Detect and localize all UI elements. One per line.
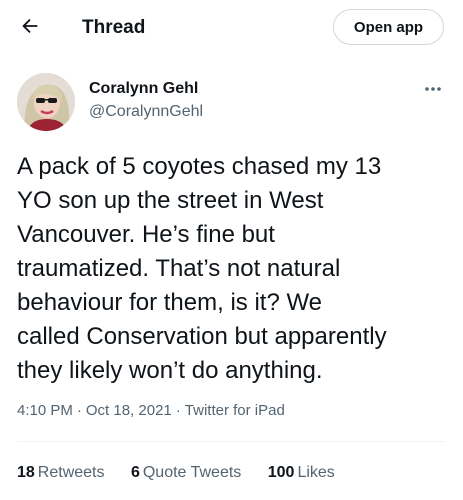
more-options-button[interactable] xyxy=(418,78,448,98)
tweet-text-line: behaviour for them, is it? We xyxy=(17,289,323,316)
divider xyxy=(17,441,446,442)
quote-tweets-stat[interactable]: 6 Quote Tweets xyxy=(131,463,241,483)
retweets-count: 18 xyxy=(17,464,35,481)
tweet-text-line: Vancouver. He’s fine but xyxy=(17,221,275,248)
tweet-text-line: YO son up the street in West xyxy=(17,187,324,214)
thread-page: Thread Open app Coralynn Gehl @CoralynnG… xyxy=(0,0,463,500)
tweet-source[interactable]: Twitter for iPad xyxy=(185,402,285,419)
avatar[interactable] xyxy=(17,73,75,131)
separator: · xyxy=(76,402,82,419)
likes-count: 100 xyxy=(267,464,295,481)
separator: · xyxy=(175,402,181,419)
back-button[interactable] xyxy=(14,12,46,44)
likes-label: Likes xyxy=(297,464,335,481)
open-app-button[interactable]: Open app xyxy=(333,9,444,45)
author-name[interactable]: Coralynn Gehl xyxy=(89,79,198,99)
tweet-text-line: A pack of 5 coyotes chased my 13 xyxy=(17,153,382,180)
tweet-text: A pack of 5 coyotes chased my 13 YO son … xyxy=(17,150,457,388)
tweet-time[interactable]: 4:10 PM xyxy=(17,402,73,419)
author-handle[interactable]: @CoralynnGehl xyxy=(89,102,203,122)
tweet-text-line: traumatized. That’s not natural xyxy=(17,255,341,282)
retweets-label: Retweets xyxy=(37,464,105,481)
tweet-date[interactable]: Oct 18, 2021 xyxy=(86,402,172,419)
tweet-metadata: 4:10 PM · Oct 18, 2021 · Twitter for iPad xyxy=(17,401,285,421)
quote-tweets-count: 6 xyxy=(130,464,140,481)
tweet-text-line: they likely won’t do anything. xyxy=(17,357,323,384)
engagement-stats: 18 Retweets 6 Quote Tweets 100 Likes xyxy=(17,463,357,483)
page-title: Thread xyxy=(82,17,146,38)
retweets-stat[interactable]: 18 Retweets xyxy=(17,463,105,483)
likes-stat[interactable]: 100 Likes xyxy=(268,463,335,483)
ellipsis-icon xyxy=(424,79,442,97)
top-bar: Thread Open app xyxy=(0,0,463,56)
quote-tweets-label: Quote Tweets xyxy=(142,464,242,481)
tweet-text-line: called Conservation but apparently xyxy=(17,323,387,350)
avatar-image xyxy=(17,73,75,131)
arrow-left-icon xyxy=(19,15,41,42)
